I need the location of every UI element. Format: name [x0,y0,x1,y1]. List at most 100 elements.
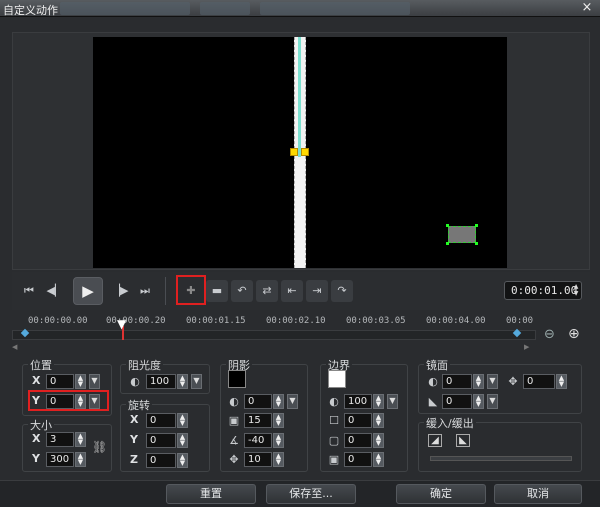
mirror-opacity-field[interactable]: 0 [442,374,472,389]
mini-preview-thumbnail[interactable] [448,226,476,243]
rotation-z-field[interactable]: 0 [146,453,176,468]
size-x-label: X [32,432,41,445]
remove-keyframe-icon[interactable]: ▬ [206,280,228,302]
play-button[interactable]: ▶ [73,277,103,305]
border-color-swatch[interactable] [328,370,346,388]
border-opacity-spinner[interactable]: ▲ ▼ [373,394,384,409]
rotation-x-spinner[interactable]: ▲ ▼ [177,413,188,428]
shadow-distance-field[interactable]: 10 [244,452,272,467]
fade-slider[interactable] [430,456,572,461]
cancel-button[interactable]: 取消 [494,484,582,504]
go-to-start-icon[interactable]: ⏮ [18,280,40,302]
shadow-opacity-dropdown[interactable]: ▼ [287,394,298,409]
rotation-y-label: Y [130,433,138,446]
border-width-spinner[interactable]: ▲ ▼ [373,413,384,428]
mirror-fade-icon: ◣ [428,395,438,408]
mirror-opacity-dropdown[interactable]: ▼ [487,374,498,389]
timeline-track[interactable] [12,330,536,340]
shadow-blur-spinner[interactable]: ▲ ▼ [273,413,284,428]
reset-button[interactable]: 重置 [166,484,256,504]
shadow-distance-icon: ✥ [229,453,239,466]
mini-corner [475,242,478,245]
timecode-field[interactable]: 0:00:01.00 [504,281,582,300]
size-label: 大小 [28,417,54,433]
size-y-spinner[interactable]: ▲ ▼ [75,452,86,467]
mirror-fade-dropdown[interactable]: ▼ [487,394,498,409]
position-x-spinner[interactable]: ▲ ▼ [75,374,86,389]
border-inner-field[interactable]: 0 [344,452,372,467]
mirror-fade-field[interactable]: 0 [442,394,472,409]
go-to-end-icon[interactable]: ⏭ [134,280,156,302]
fade-in-icon[interactable]: ◢ [428,434,442,447]
mirror-distance-icon: ✥ [508,375,518,388]
shadow-angle-spinner[interactable]: ▲ ▼ [273,433,284,448]
opacity-dropdown[interactable]: ▼ [191,374,202,389]
playhead-icon[interactable]: ▼ [117,318,129,330]
highlight-box [176,275,206,305]
titlebar-background-blur [60,2,190,15]
move-right-icon[interactable]: ⇥ [306,280,328,302]
rotation-z-spinner[interactable]: ▲ ▼ [177,453,188,468]
mirror-opacity-icon: ◐ [428,375,438,388]
mini-corner [446,224,449,227]
size-y-label: Y [32,452,40,465]
rotation-x-field[interactable]: 0 [146,413,176,428]
fade-out-icon[interactable]: ◣ [456,434,470,447]
border-soft-field[interactable]: 0 [344,433,372,448]
scroll-left-icon[interactable]: ◀ [12,343,17,351]
shadow-blur-icon: ▣ [228,414,240,427]
tick-label: 00:00 [506,316,534,326]
shadow-color-swatch[interactable] [228,370,246,388]
zoom-out-icon[interactable]: ⊖ [544,327,555,342]
border-opacity-dropdown[interactable]: ▼ [387,394,398,409]
rotation-z-label: Z [130,453,138,466]
link-icon[interactable]: ⛓ [92,440,107,454]
scroll-right-icon[interactable]: ▶ [524,343,529,351]
close-icon[interactable]: × [576,0,598,16]
swap-icon[interactable]: ⇄ [256,280,278,302]
mirror-fade-spinner[interactable]: ▲ ▼ [473,394,484,409]
keyframe-handle[interactable] [290,148,298,156]
opacity-field[interactable]: 100 [146,374,176,389]
zoom-in-icon[interactable]: ⊕ [568,326,580,342]
rotation-y-spinner[interactable]: ▲ ▼ [177,433,188,448]
mirror-distance-field[interactable]: 0 [523,374,555,389]
move-left-icon[interactable]: ⇤ [281,280,303,302]
ok-button[interactable]: 确定 [396,484,486,504]
shadow-angle-field[interactable]: -40 [244,433,272,448]
position-x-field[interactable]: 0 [46,374,74,389]
size-y-field[interactable]: 300 [46,452,74,467]
next-frame-icon[interactable]: ▕▶ [109,280,131,302]
timecode-spinner-icon[interactable]: ▲ ▼ [572,283,580,297]
border-inner-spinner[interactable]: ▲ ▼ [373,452,384,467]
highlight-box [28,390,109,411]
border-opacity-field[interactable]: 100 [344,394,372,409]
shadow-opacity-spinner[interactable]: ▲ ▼ [273,394,284,409]
shadow-opacity-field[interactable]: 0 [244,394,272,409]
position-x-dropdown[interactable]: ▼ [89,374,100,389]
tick-label: 00:00:01.15 [186,316,246,326]
border-soft-spinner[interactable]: ▲ ▼ [373,433,384,448]
reverse-path-icon[interactable]: ↶ [231,280,253,302]
mirror-distance-spinner[interactable]: ▲ ▼ [556,374,567,389]
prev-frame-icon[interactable]: ◀▏ [44,280,66,302]
rotation-y-field[interactable]: 0 [146,433,176,448]
border-width-field[interactable]: 0 [344,413,372,428]
opacity-spinner[interactable]: ▲ ▼ [177,374,188,389]
mirror-opacity-spinner[interactable]: ▲ ▼ [473,374,484,389]
paste-icon[interactable]: ↷ [331,280,353,302]
size-x-field[interactable]: 3 [46,432,74,447]
size-x-spinner[interactable]: ▲ ▼ [75,432,86,447]
shadow-distance-spinner[interactable]: ▲ ▼ [273,452,284,467]
save-to-button[interactable]: 保存至... [266,484,356,504]
rotation-label: 旋转 [126,397,152,413]
mini-corner [446,242,449,245]
mini-corner [475,224,478,227]
shadow-opacity-icon: ◐ [229,395,239,408]
keyframe-handle[interactable] [301,148,309,156]
window-title: 自定义动作 [3,4,58,17]
border-inner-icon: ▣ [328,453,340,466]
tick-label: 00:00:02.10 [266,316,326,326]
shadow-blur-field[interactable]: 15 [244,413,272,428]
fade-label: 缓入/缓出 [424,415,476,431]
